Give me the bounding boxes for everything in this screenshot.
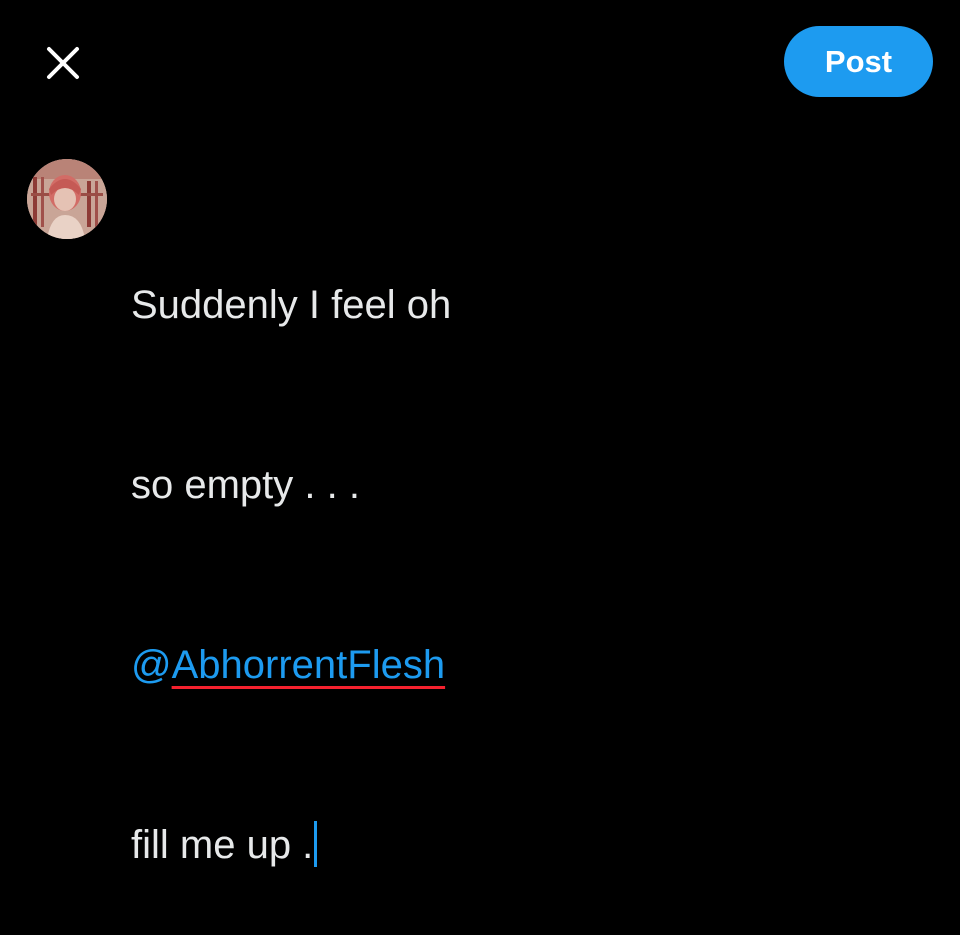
composer-line-with-caret: fill me up . — [131, 815, 891, 875]
composer-line: fill me up . — [131, 823, 314, 867]
mention-username[interactable]: AbhorrentFlesh — [172, 643, 445, 687]
post-button[interactable]: Post — [784, 26, 933, 97]
text-caret — [314, 821, 318, 867]
avatar[interactable] — [27, 159, 107, 239]
composer-line: Suddenly I feel oh — [131, 283, 452, 327]
close-button[interactable] — [40, 40, 86, 86]
post-composer[interactable]: Suddenly I feel oh so empty . . . @Abhor… — [131, 155, 891, 935]
mention-at-sign: @ — [131, 643, 172, 687]
mention-line: @AbhorrentFlesh — [131, 635, 891, 695]
composer-line: so empty . . . — [131, 463, 360, 507]
close-icon — [43, 43, 83, 83]
